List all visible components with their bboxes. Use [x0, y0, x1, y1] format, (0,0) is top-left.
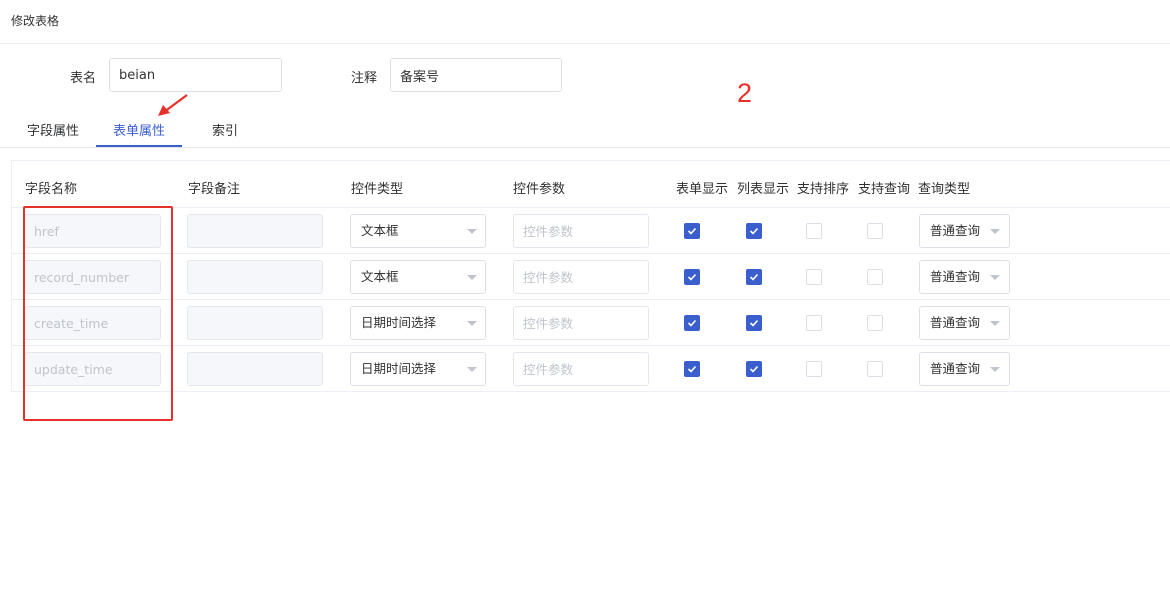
fields-table: 字段名称 字段备注 控件类型 控件参数 表单显示 列表显示 支持排序 支持查询 … — [11, 160, 1170, 392]
sortable-checkbox[interactable] — [806, 223, 822, 239]
query-type-select[interactable]: 普通查询 — [919, 306, 1010, 340]
chevron-down-icon — [990, 229, 1000, 234]
widget-type-value: 日期时间选择 — [361, 315, 437, 330]
page-header: 修改表格 — [0, 0, 1170, 44]
chevron-down-icon — [467, 321, 477, 326]
list-display-checkbox[interactable] — [746, 315, 762, 331]
widget-type-value: 日期时间选择 — [361, 361, 437, 376]
chevron-down-icon — [990, 275, 1000, 280]
table-row: 文本框 普通查询 — [12, 207, 1170, 253]
queryable-checkbox[interactable] — [867, 269, 883, 285]
table-row: 日期时间选择 普通查询 — [12, 345, 1170, 391]
form-display-checkbox[interactable] — [684, 315, 700, 331]
queryable-checkbox[interactable] — [867, 315, 883, 331]
field-name-input[interactable] — [24, 214, 161, 248]
query-type-select[interactable]: 普通查询 — [919, 352, 1010, 386]
tab-form-attributes[interactable]: 表单属性 — [113, 120, 165, 139]
field-name-input[interactable] — [24, 260, 161, 294]
field-name-input[interactable] — [24, 306, 161, 340]
form-display-checkbox[interactable] — [684, 223, 700, 239]
query-type-select[interactable]: 普通查询 — [919, 214, 1010, 248]
queryable-checkbox[interactable] — [867, 361, 883, 377]
tab-index[interactable]: 索引 — [212, 120, 238, 139]
tab-bar: 字段属性 表单属性 索引 — [0, 112, 1170, 148]
sortable-checkbox[interactable] — [806, 315, 822, 331]
query-type-value: 普通查询 — [930, 223, 981, 238]
table-row: 文本框 普通查询 — [12, 253, 1170, 299]
form-display-checkbox[interactable] — [684, 361, 700, 377]
annotation-number: 2 — [737, 78, 753, 108]
form-display-checkbox[interactable] — [684, 269, 700, 285]
query-type-value: 普通查询 — [930, 315, 981, 330]
table-name-label: 表名 — [70, 71, 97, 86]
page-title: 修改表格 — [11, 14, 60, 28]
active-tab-indicator — [96, 145, 182, 147]
widget-type-value: 文本框 — [361, 269, 399, 284]
column-header-query-type: 查询类型 — [918, 182, 971, 197]
field-comment-input[interactable] — [187, 352, 323, 386]
query-type-select[interactable]: 普通查询 — [919, 260, 1010, 294]
column-header-widget-params: 控件参数 — [513, 182, 566, 197]
chevron-down-icon — [990, 367, 1000, 372]
chevron-down-icon — [990, 321, 1000, 326]
column-header-field-name: 字段名称 — [25, 182, 78, 197]
comment-input[interactable] — [390, 58, 562, 92]
column-header-queryable: 支持查询 — [858, 182, 911, 197]
column-header-form-display: 表单显示 — [676, 182, 729, 197]
widget-params-input[interactable] — [513, 352, 649, 386]
chevron-down-icon — [467, 229, 477, 234]
widget-type-select[interactable]: 文本框 — [350, 214, 486, 248]
column-header-sortable: 支持排序 — [797, 182, 850, 197]
column-header-list-display: 列表显示 — [737, 182, 790, 197]
list-display-checkbox[interactable] — [746, 223, 762, 239]
table-row: 日期时间选择 普通查询 — [12, 299, 1170, 345]
chevron-down-icon — [467, 367, 477, 372]
widget-type-value: 文本框 — [361, 223, 399, 238]
tab-field-attributes[interactable]: 字段属性 — [27, 120, 79, 139]
queryable-checkbox[interactable] — [867, 223, 883, 239]
sortable-checkbox[interactable] — [806, 269, 822, 285]
field-comment-input[interactable] — [187, 306, 323, 340]
query-type-value: 普通查询 — [930, 361, 981, 376]
table-name-input[interactable] — [109, 58, 282, 92]
field-comment-input[interactable] — [187, 260, 323, 294]
widget-type-select[interactable]: 日期时间选择 — [350, 306, 486, 340]
field-name-input[interactable] — [24, 352, 161, 386]
sortable-checkbox[interactable] — [806, 361, 822, 377]
widget-type-select[interactable]: 日期时间选择 — [350, 352, 486, 386]
widget-params-input[interactable] — [513, 306, 649, 340]
widget-params-input[interactable] — [513, 260, 649, 294]
list-display-checkbox[interactable] — [746, 269, 762, 285]
column-header-widget-type: 控件类型 — [351, 182, 404, 197]
widget-type-select[interactable]: 文本框 — [350, 260, 486, 294]
query-type-value: 普通查询 — [930, 269, 981, 284]
widget-params-input[interactable] — [513, 214, 649, 248]
chevron-down-icon — [467, 275, 477, 280]
column-header-field-comment: 字段备注 — [188, 182, 241, 197]
comment-label: 注释 — [351, 71, 378, 86]
list-display-checkbox[interactable] — [746, 361, 762, 377]
field-comment-input[interactable] — [187, 214, 323, 248]
